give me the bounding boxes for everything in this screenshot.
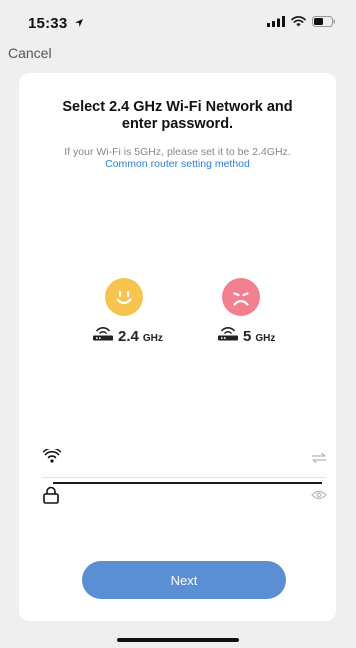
status-bar: 15:33: [0, 0, 356, 44]
signal-icon: [267, 16, 285, 27]
wifi-name-field-row: [43, 447, 327, 473]
router-icon: [218, 327, 238, 341]
band-2-4ghz: 2.4 GHz: [92, 327, 163, 345]
band-2-4-unit: GHz: [142, 333, 163, 344]
next-button[interactable]: Next: [82, 561, 286, 599]
cancel-button[interactable]: Cancel: [8, 45, 52, 61]
password-field-row: [43, 484, 327, 510]
location-arrow-icon: [74, 19, 83, 27]
router-icon: [93, 327, 113, 341]
page-title: Select 2.4 GHz Wi-Fi Network and enter p…: [62, 99, 293, 132]
home-indicator: [117, 638, 239, 642]
battery-icon: [312, 16, 335, 27]
status-time: 15:33: [28, 15, 84, 32]
band-5-unit: GHz: [255, 333, 276, 344]
band-5-value: 5: [243, 328, 252, 345]
lock-icon: [43, 486, 59, 504]
field-divider: [42, 477, 326, 478]
router-setting-link[interactable]: Common router setting method: [19, 158, 336, 170]
eye-icon[interactable]: [311, 490, 327, 500]
wifi-icon: [291, 16, 306, 27]
band-2-4-value: 2.4: [118, 328, 139, 345]
band-5ghz: 5 GHz: [217, 327, 275, 345]
switch-network-icon[interactable]: [311, 453, 327, 463]
happy-face-icon: [105, 278, 143, 316]
wifi-name-input[interactable]: [75, 449, 295, 471]
sad-face-icon: [222, 278, 260, 316]
wifi-icon: [43, 449, 61, 463]
band-hint-text: If your Wi-Fi is 5GHz, please set it to …: [64, 146, 291, 158]
password-input[interactable]: [75, 486, 295, 508]
status-icons: [267, 16, 336, 27]
status-time-text: 15:33: [28, 15, 68, 32]
wifi-setup-card: Select 2.4 GHz Wi-Fi Network and enter p…: [19, 73, 336, 621]
